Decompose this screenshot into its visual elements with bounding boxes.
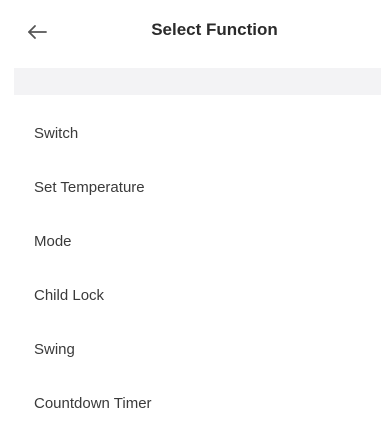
function-item-mode[interactable]: Mode [0,214,381,268]
section-divider [14,68,381,95]
function-item-swing[interactable]: Swing [0,322,381,376]
app-header: Select Function [0,0,381,68]
function-list: Switch Set Temperature Mode Child Lock S… [0,106,381,430]
function-item-countdown-timer[interactable]: Countdown Timer [0,376,381,430]
function-item-switch[interactable]: Switch [0,106,381,160]
page-title: Select Function [151,20,278,39]
function-item-child-lock[interactable]: Child Lock [0,268,381,322]
function-item-set-temperature[interactable]: Set Temperature [0,160,381,214]
